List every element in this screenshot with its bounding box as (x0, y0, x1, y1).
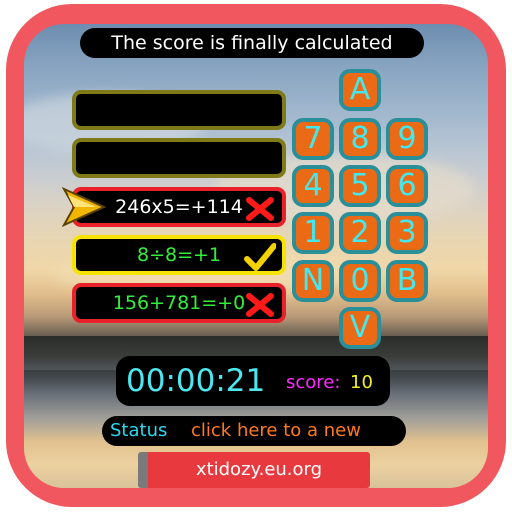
red-cross-icon (246, 293, 274, 317)
app-frame: The score is finally calculated 246x5=+1… (6, 4, 506, 507)
key-9[interactable]: 9 (386, 118, 428, 160)
key-2[interactable]: 2 (339, 212, 381, 254)
answer-text: 8÷8=+1 (136, 244, 222, 266)
answer-text: 156+781=+0 (112, 292, 246, 314)
page-title: The score is finally calculated (80, 28, 424, 58)
score-label: score: (286, 372, 341, 393)
key-b[interactable]: B (386, 260, 428, 302)
key-a[interactable]: A (339, 69, 381, 111)
status-label: Status (110, 420, 168, 441)
key-4[interactable]: 4 (292, 165, 334, 207)
yellow-check-icon (244, 243, 276, 271)
key-8[interactable]: 8 (339, 118, 381, 160)
arrow-pointer-icon (62, 187, 106, 227)
site-link-button[interactable]: xtidozy.eu.org (138, 452, 370, 488)
key-3[interactable]: 3 (386, 212, 428, 254)
key-5[interactable]: 5 (339, 165, 381, 207)
red-cross-icon (246, 197, 274, 221)
elapsed-time: 00:00:21 (126, 363, 266, 399)
answer-row-2 (72, 138, 286, 178)
key-7[interactable]: 7 (292, 118, 334, 160)
answer-text: 246x5=+114 (115, 196, 243, 218)
key-6[interactable]: 6 (386, 165, 428, 207)
answer-row-1 (72, 90, 286, 130)
key-1[interactable]: 1 (292, 212, 334, 254)
answer-row-4: 8÷8=+1 (72, 235, 286, 275)
key-v[interactable]: V (339, 307, 381, 349)
new-game-link[interactable]: click here to a new (191, 416, 361, 446)
score-value: 10 (350, 372, 373, 393)
answer-row-5: 156+781=+0 (72, 283, 286, 323)
status-bar: Status click here to a new (102, 416, 406, 446)
key-0[interactable]: 0 (339, 260, 381, 302)
key-n[interactable]: N (292, 260, 334, 302)
timer-score-panel: 00:00:21 score: 10 (116, 356, 390, 406)
